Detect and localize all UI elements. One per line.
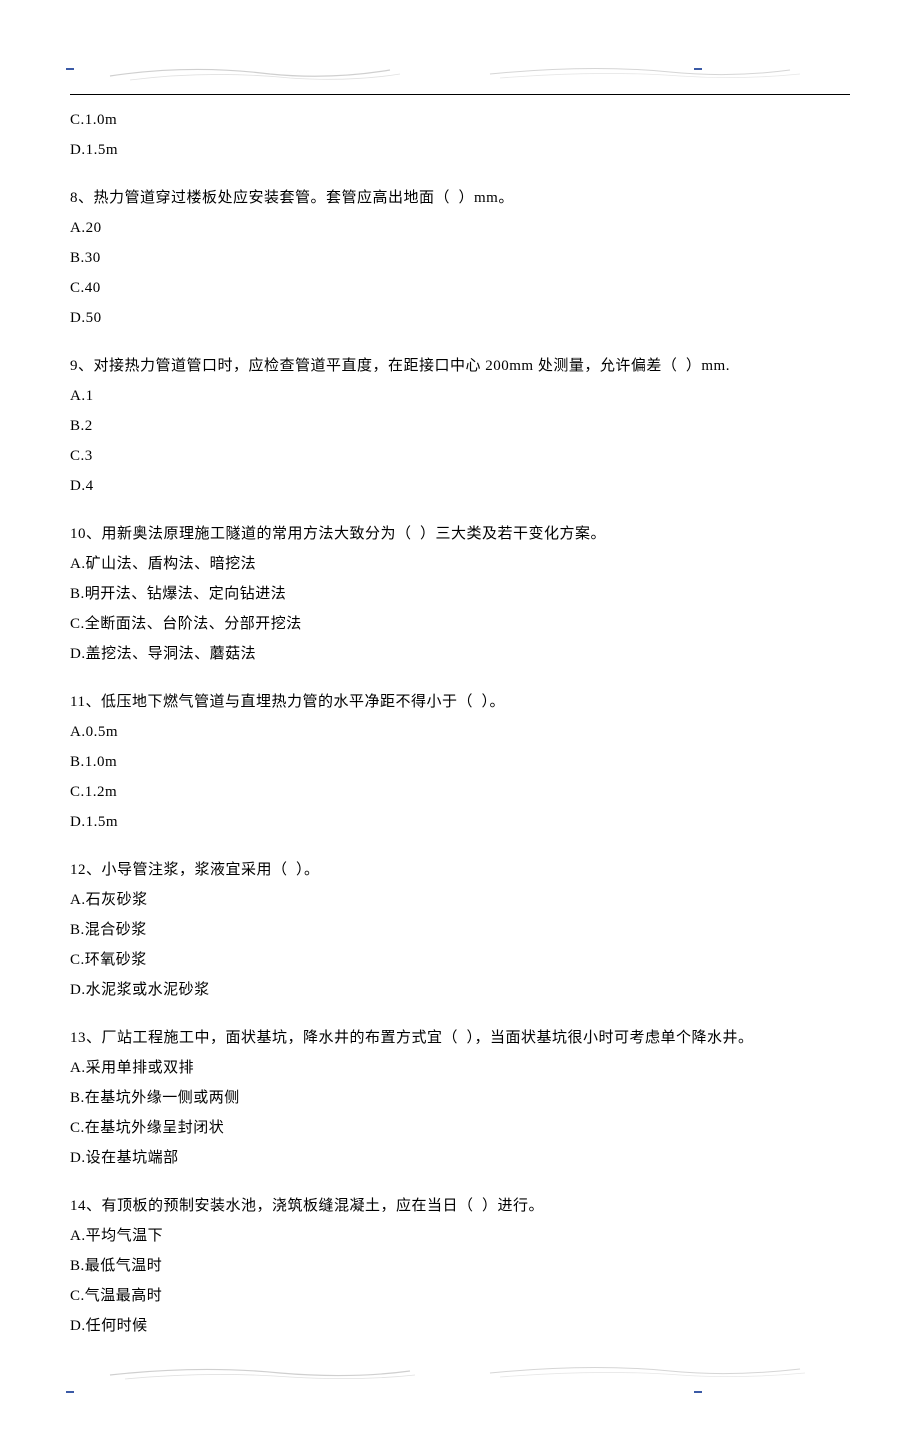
- question-8: 8、热力管道穿过楼板处应安装套管。套管应高出地面（ ）mm。 A.20 B.30…: [70, 183, 850, 333]
- option: D.4: [70, 471, 850, 501]
- option: B.2: [70, 411, 850, 441]
- question-7-remainder: C.1.0m D.1.5m: [70, 105, 850, 165]
- question-number: 14: [70, 1198, 86, 1214]
- header-rule: [70, 94, 850, 95]
- corner-mark: [694, 1391, 702, 1393]
- option: C.1.0m: [70, 105, 850, 135]
- question-number: 9: [70, 358, 78, 374]
- option: B.混合砂浆: [70, 915, 850, 945]
- question-14: 14、有顶板的预制安装水池，浇筑板缝混凝土，应在当日（ ）进行。 A.平均气温下…: [70, 1191, 850, 1341]
- option: D.1.5m: [70, 807, 850, 837]
- option: C.在基坑外缘呈封闭状: [70, 1113, 850, 1143]
- option: B.1.0m: [70, 747, 850, 777]
- corner-mark: [66, 1391, 74, 1393]
- question-13: 13、厂站工程施工中，面状基坑，降水井的布置方式宜（ ），当面状基坑很小时可考虑…: [70, 1023, 850, 1173]
- option: C.40: [70, 273, 850, 303]
- option: D.任何时候: [70, 1311, 850, 1341]
- option: A.1: [70, 381, 850, 411]
- question-body: 厂站工程施工中，面状基坑，降水井的布置方式宜（ ），当面状基坑很小时可考虑单个降…: [102, 1030, 754, 1046]
- question-10: 10、用新奥法原理施工隧道的常用方法大致分为（ ）三大类及若干变化方案。 A.矿…: [70, 519, 850, 669]
- question-body: 小导管注浆，浆液宜采用（ ）。: [102, 862, 320, 878]
- option: B.最低气温时: [70, 1251, 850, 1281]
- option: D.盖挖法、导洞法、蘑菇法: [70, 639, 850, 669]
- option: D.1.5m: [70, 135, 850, 165]
- option: A.20: [70, 213, 850, 243]
- question-body: 有顶板的预制安装水池，浇筑板缝混凝土，应在当日（ ）进行。: [102, 1198, 545, 1214]
- question-number: 12: [70, 862, 86, 878]
- option: B.明开法、钻爆法、定向钻进法: [70, 579, 850, 609]
- question-text: 8、热力管道穿过楼板处应安装套管。套管应高出地面（ ）mm。: [70, 183, 850, 213]
- option: A.平均气温下: [70, 1221, 850, 1251]
- question-text: 9、对接热力管道管口时，应检查管道平直度，在距接口中心 200mm 处测量，允许…: [70, 351, 850, 381]
- question-text: 12、小导管注浆，浆液宜采用（ ）。: [70, 855, 850, 885]
- option: B.30: [70, 243, 850, 273]
- option: A.矿山法、盾构法、暗挖法: [70, 549, 850, 579]
- option: C.1.2m: [70, 777, 850, 807]
- option: C.3: [70, 441, 850, 471]
- document-page: C.1.0m D.1.5m 8、热力管道穿过楼板处应安装套管。套管应高出地面（ …: [0, 0, 920, 1449]
- option: C.气温最高时: [70, 1281, 850, 1311]
- option: A.0.5m: [70, 717, 850, 747]
- question-number: 8: [70, 190, 78, 206]
- question-11: 11、低压地下燃气管道与直埋热力管的水平净距不得小于（ ）。 A.0.5m B.…: [70, 687, 850, 837]
- header-smudge: [70, 60, 850, 88]
- question-12: 12、小导管注浆，浆液宜采用（ ）。 A.石灰砂浆 B.混合砂浆 C.环氧砂浆 …: [70, 855, 850, 1005]
- question-body: 对接热力管道管口时，应检查管道平直度，在距接口中心 200mm 处测量，允许偏差…: [94, 358, 730, 374]
- question-number: 10: [70, 526, 86, 542]
- question-body: 热力管道穿过楼板处应安装套管。套管应高出地面（ ）mm。: [94, 190, 514, 206]
- option: D.设在基坑端部: [70, 1143, 850, 1173]
- option: D.50: [70, 303, 850, 333]
- question-body: 低压地下燃气管道与直埋热力管的水平净距不得小于（ ）。: [101, 694, 505, 710]
- question-text: 13、厂站工程施工中，面状基坑，降水井的布置方式宜（ ），当面状基坑很小时可考虑…: [70, 1023, 850, 1053]
- option: A.石灰砂浆: [70, 885, 850, 915]
- question-text: 14、有顶板的预制安装水池，浇筑板缝混凝土，应在当日（ ）进行。: [70, 1191, 850, 1221]
- option: A.采用单排或双排: [70, 1053, 850, 1083]
- option: C.全断面法、台阶法、分部开挖法: [70, 609, 850, 639]
- question-9: 9、对接热力管道管口时，应检查管道平直度，在距接口中心 200mm 处测量，允许…: [70, 351, 850, 501]
- question-body: 用新奥法原理施工隧道的常用方法大致分为（ ）三大类及若干变化方案。: [102, 526, 607, 542]
- footer-smudge: [70, 1361, 850, 1389]
- question-text: 10、用新奥法原理施工隧道的常用方法大致分为（ ）三大类及若干变化方案。: [70, 519, 850, 549]
- question-number: 11: [70, 694, 85, 710]
- content-area: C.1.0m D.1.5m 8、热力管道穿过楼板处应安装套管。套管应高出地面（ …: [70, 105, 850, 1341]
- question-text: 11、低压地下燃气管道与直埋热力管的水平净距不得小于（ ）。: [70, 687, 850, 717]
- option: D.水泥浆或水泥砂浆: [70, 975, 850, 1005]
- option: C.环氧砂浆: [70, 945, 850, 975]
- question-number: 13: [70, 1030, 86, 1046]
- option: B.在基坑外缘一侧或两侧: [70, 1083, 850, 1113]
